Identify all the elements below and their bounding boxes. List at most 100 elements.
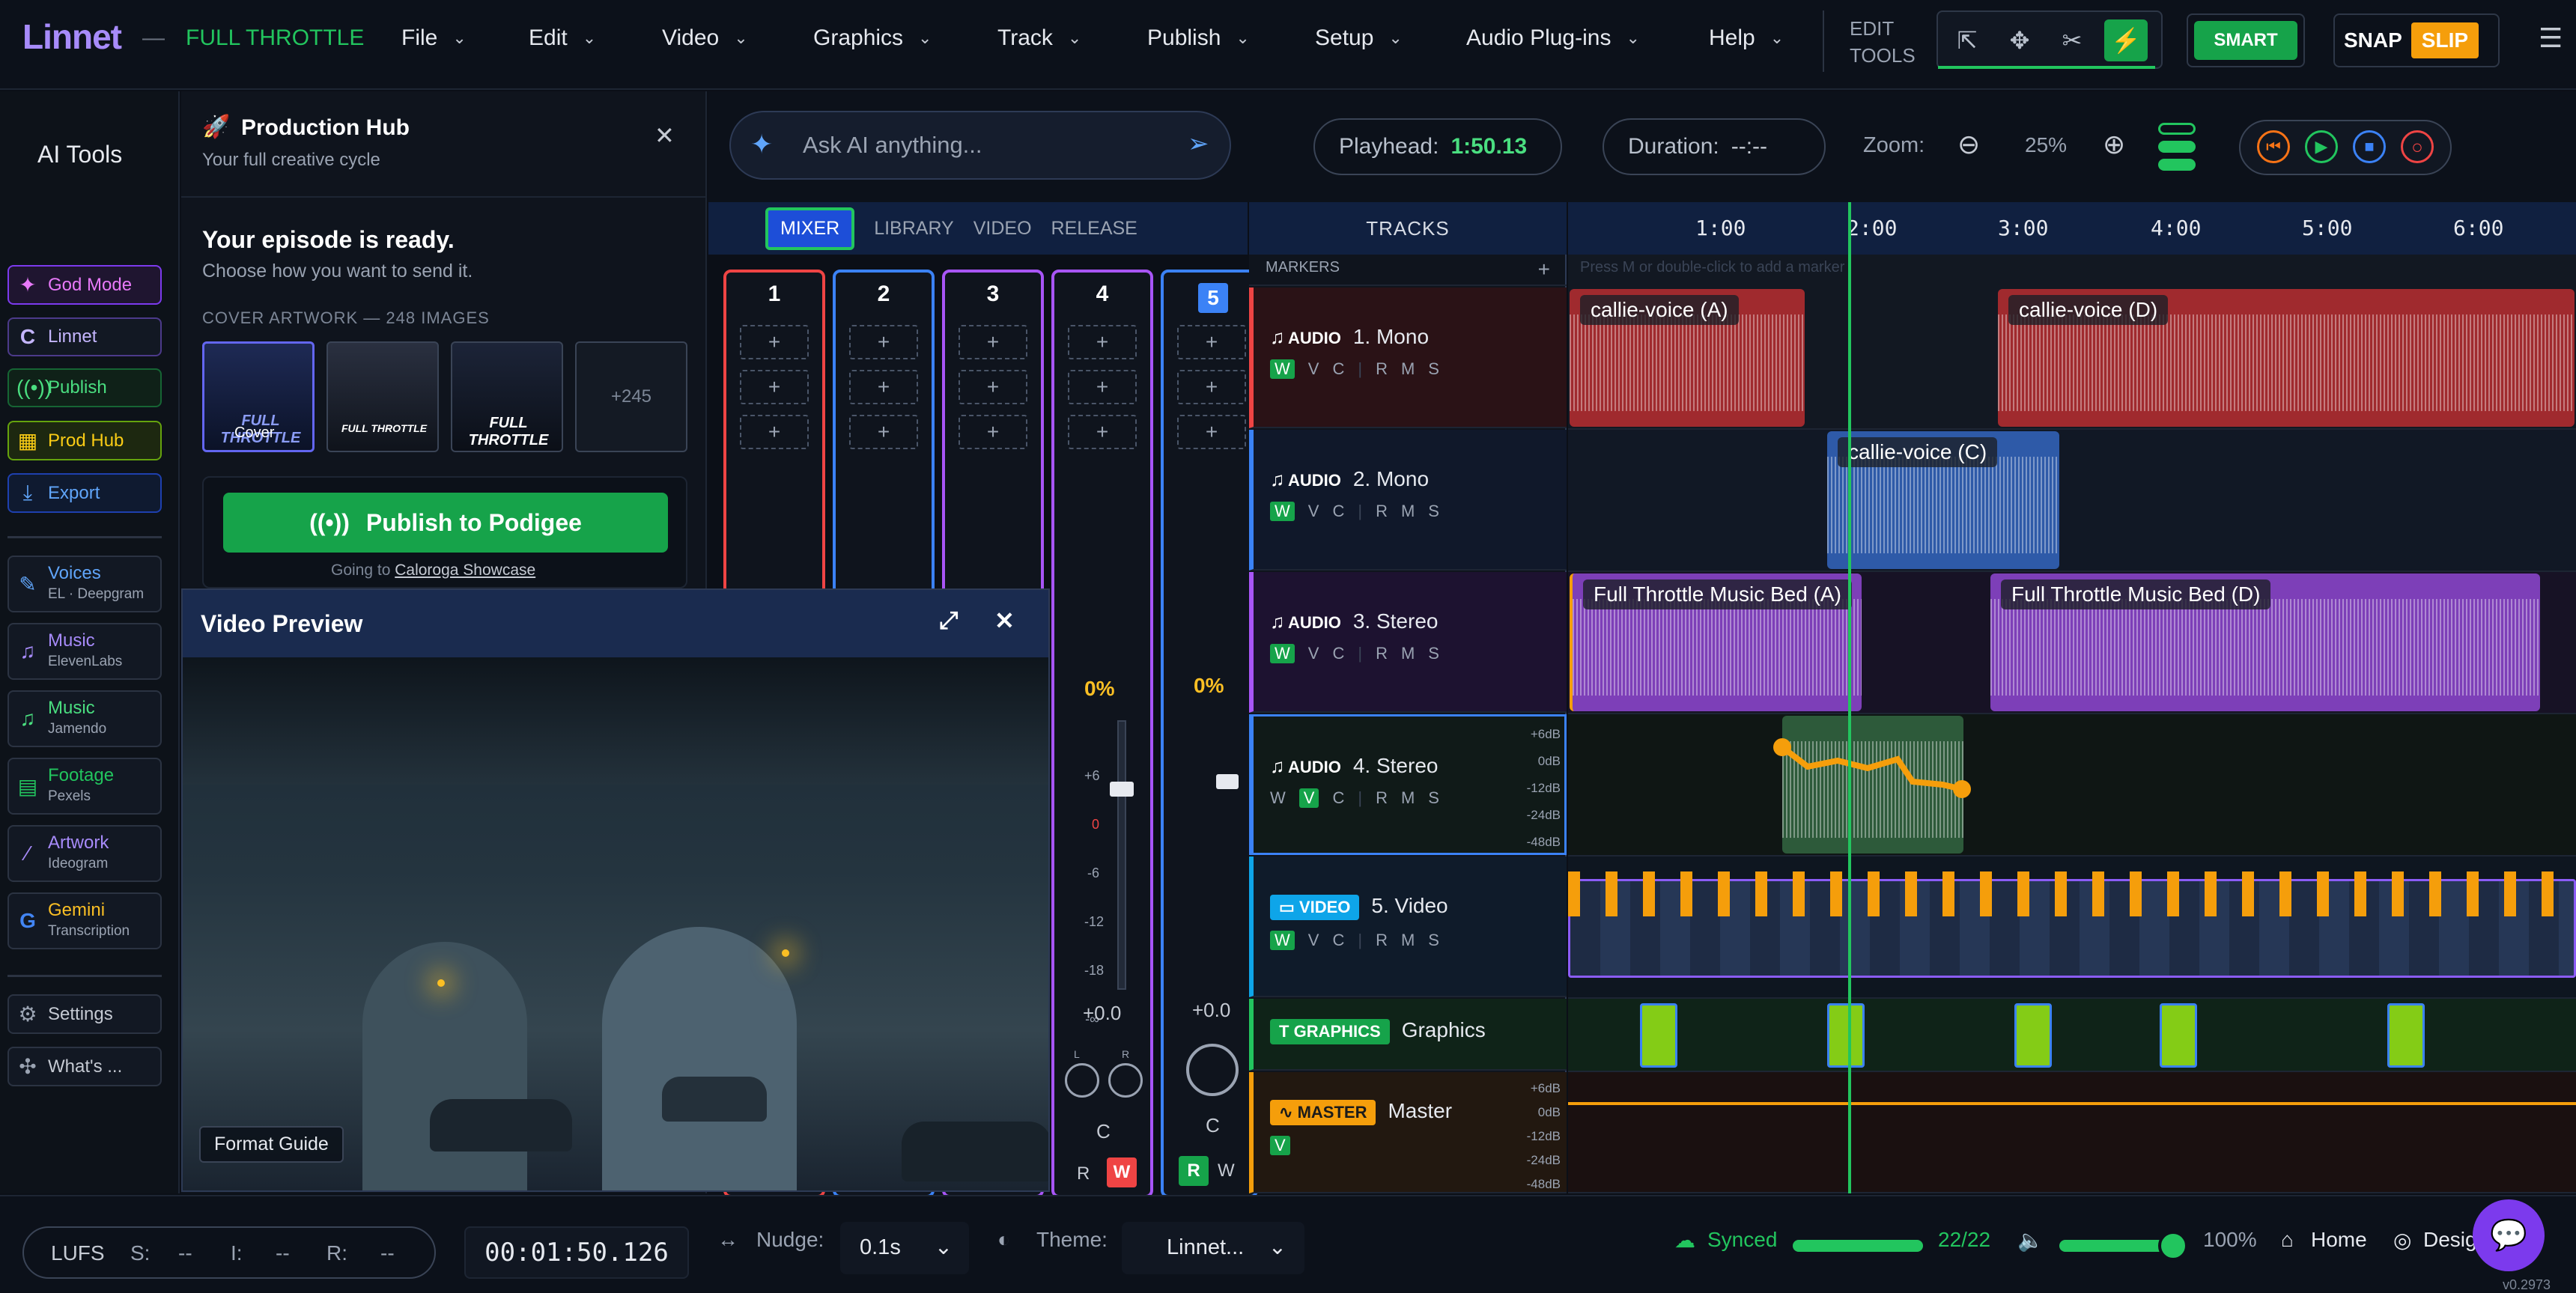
insert-slot[interactable]: + [849, 325, 918, 359]
track-s-button[interactable]: S [1428, 359, 1439, 379]
track-c-button[interactable]: C [1332, 788, 1344, 808]
sidebar-item-export[interactable]: ⤓ Export [7, 473, 162, 513]
lightning-icon[interactable]: ⚡ [2104, 19, 2148, 61]
insert-slot[interactable]: + [1177, 370, 1246, 404]
playhead-line[interactable] [1848, 202, 1851, 1193]
lane-4[interactable] [1568, 714, 2576, 857]
track-v-button[interactable]: V [1308, 502, 1319, 521]
write-button[interactable]: W [1218, 1160, 1235, 1181]
volume-slider[interactable] [2059, 1231, 2188, 1261]
graphics-clip[interactable] [1827, 1003, 1865, 1068]
graphics-clip[interactable] [2387, 1003, 2425, 1068]
insert-slot[interactable]: + [849, 370, 918, 404]
close-icon[interactable]: ✕ [654, 121, 675, 150]
sidebar-item-god-mode[interactable]: ✦ God Mode [7, 265, 162, 305]
pointer-icon[interactable]: ⇱ [1945, 19, 1989, 61]
sidebar-tool-voices[interactable]: ✎ Voices EL · Deepgram [7, 556, 162, 612]
track-header-1[interactable]: ♫ AUDIO 1. Mono W V C | R M S [1249, 287, 1567, 428]
track-s-button[interactable]: S [1428, 644, 1439, 663]
track-header-master[interactable]: ∿ MASTER Master V +6dB 0dB -12dB -24dB -48dB [1249, 1072, 1567, 1193]
record-arm-button[interactable]: R [1077, 1163, 1090, 1184]
close-icon[interactable]: ✕ [994, 606, 1015, 635]
sidebar-settings[interactable]: ⚙ Settings [7, 994, 162, 1034]
insert-slot[interactable]: + [849, 415, 918, 449]
nudge-select[interactable]: 0.1s ⌄ [840, 1222, 969, 1274]
insert-slot[interactable]: + [1068, 415, 1137, 449]
cover-thumbnail-selected[interactable]: FULL THROTTLE Cover [202, 341, 315, 452]
snap-label[interactable]: SNAP [2344, 28, 2402, 52]
insert-slot[interactable]: + [740, 415, 809, 449]
menu-setup[interactable]: Setup ⌄ [1315, 25, 1403, 51]
track-c-button[interactable]: C [1332, 502, 1344, 521]
track-header-4[interactable]: ♫ AUDIO 4. Stereo W V C | R M S +6dB 0dB -12dB -24… [1249, 714, 1567, 855]
time-ruler[interactable]: 1:00 2:00 3:00 4:00 5:00 6:00 [1568, 202, 2576, 255]
video-frame[interactable]: Format Guide [183, 657, 1048, 1190]
volume-handle[interactable] [2158, 1231, 2188, 1261]
track-c-button[interactable]: C [1332, 931, 1344, 950]
lane-2[interactable]: callie-voice (C) [1568, 430, 2576, 572]
menu-audio-plugins[interactable]: Audio Plug-ins ⌄ [1466, 25, 1640, 51]
slip-label[interactable]: SLIP [2411, 22, 2479, 58]
zoom-out-icon[interactable]: ⊖ [1957, 129, 1980, 160]
track-v-button[interactable]: V [1270, 1136, 1290, 1155]
pan-knob[interactable] [1186, 1044, 1239, 1096]
track-header-3[interactable]: ♫ AUDIO 3. Stereo W V C | R M S [1249, 572, 1567, 713]
track-w-button[interactable]: W [1270, 359, 1295, 379]
insert-slot[interactable]: + [959, 370, 1027, 404]
insert-slot[interactable]: + [1177, 415, 1246, 449]
track-r-button[interactable]: R [1376, 359, 1388, 379]
menu-graphics[interactable]: Graphics ⌄ [813, 25, 932, 51]
track-header-graphics[interactable]: T GRAPHICS Graphics [1249, 999, 1567, 1071]
menu-video[interactable]: Video ⌄ [662, 25, 748, 51]
menu-help[interactable]: Help ⌄ [1709, 25, 1784, 51]
move-icon[interactable]: ✥ [1998, 19, 2041, 61]
sidebar-tool-artwork[interactable]: ⁄ Artwork Ideogram [7, 825, 162, 882]
publish-to-podigee-button[interactable]: ((•)) Publish to Podigee [223, 493, 668, 553]
fader-handle[interactable] [1110, 782, 1134, 797]
insert-slot[interactable]: + [959, 325, 1027, 359]
format-guide-button[interactable]: Format Guide [199, 1126, 344, 1163]
track-header-5[interactable]: ▭ VIDEO 5. Video W V C | R M S [1249, 857, 1567, 997]
track-r-button[interactable]: R [1376, 788, 1388, 808]
track-v-button[interactable]: V [1308, 931, 1319, 950]
tab-mixer[interactable]: MIXER [765, 207, 855, 250]
track-r-button[interactable]: R [1376, 644, 1388, 663]
tab-release[interactable]: RELEASE [1051, 218, 1137, 240]
sidebar-item-prod-hub[interactable]: ▦ Prod Hub [7, 421, 162, 460]
insert-slot[interactable]: + [1068, 325, 1137, 359]
clip-callie-voice-d[interactable]: callie-voice (D) [1998, 289, 2575, 427]
pan-knob-r[interactable] [1108, 1063, 1143, 1098]
track-r-button[interactable]: R [1376, 502, 1388, 521]
track-m-button[interactable]: M [1401, 502, 1415, 521]
scissors-icon[interactable]: ✂ [2050, 19, 2094, 61]
graphics-clip[interactable] [2160, 1003, 2197, 1068]
track-s-button[interactable]: S [1428, 788, 1439, 808]
track-header-2[interactable]: ♫ AUDIO 2. Mono W V C | R M S [1249, 430, 1567, 571]
home-link[interactable]: Home [2311, 1228, 2367, 1252]
insert-slot[interactable]: + [1177, 325, 1246, 359]
caption-markers[interactable] [1568, 871, 2576, 916]
volume-icon[interactable]: 🔈 [2017, 1228, 2044, 1253]
menu-track[interactable]: Track ⌄ [997, 25, 1081, 51]
menu-publish[interactable]: Publish ⌄ [1147, 25, 1250, 51]
track-w-button[interactable]: W [1270, 644, 1295, 663]
record-icon[interactable]: ○ [2401, 130, 2434, 163]
track-m-button[interactable]: M [1401, 359, 1415, 379]
add-marker-icon[interactable]: + [1538, 258, 1550, 282]
track-m-button[interactable]: M [1401, 644, 1415, 663]
destination-link[interactable]: Caloroga Showcase [395, 562, 535, 579]
tab-video[interactable]: VIDEO [973, 218, 1032, 240]
lane-master[interactable] [1568, 1072, 2576, 1193]
track-v-button[interactable]: V [1308, 359, 1319, 379]
more-covers-button[interactable]: +245 [575, 341, 687, 452]
track-c-button[interactable]: C [1332, 359, 1344, 379]
automation-curve[interactable] [1568, 714, 2576, 857]
track-c-button[interactable]: C [1332, 644, 1344, 663]
lane-5[interactable] [1568, 857, 2576, 999]
chat-bubble-icon[interactable]: 💬 [2473, 1199, 2545, 1271]
menu-edit[interactable]: Edit ⌄ [529, 25, 596, 51]
theme-select[interactable]: Linnet... ⌄ [1122, 1222, 1304, 1274]
snap-slip-toggle[interactable]: SNAP SLIP [2333, 13, 2500, 67]
insert-slot[interactable]: + [740, 370, 809, 404]
lane-3[interactable]: Full Throttle Music Bed (A) Full Throttl… [1568, 572, 2576, 714]
